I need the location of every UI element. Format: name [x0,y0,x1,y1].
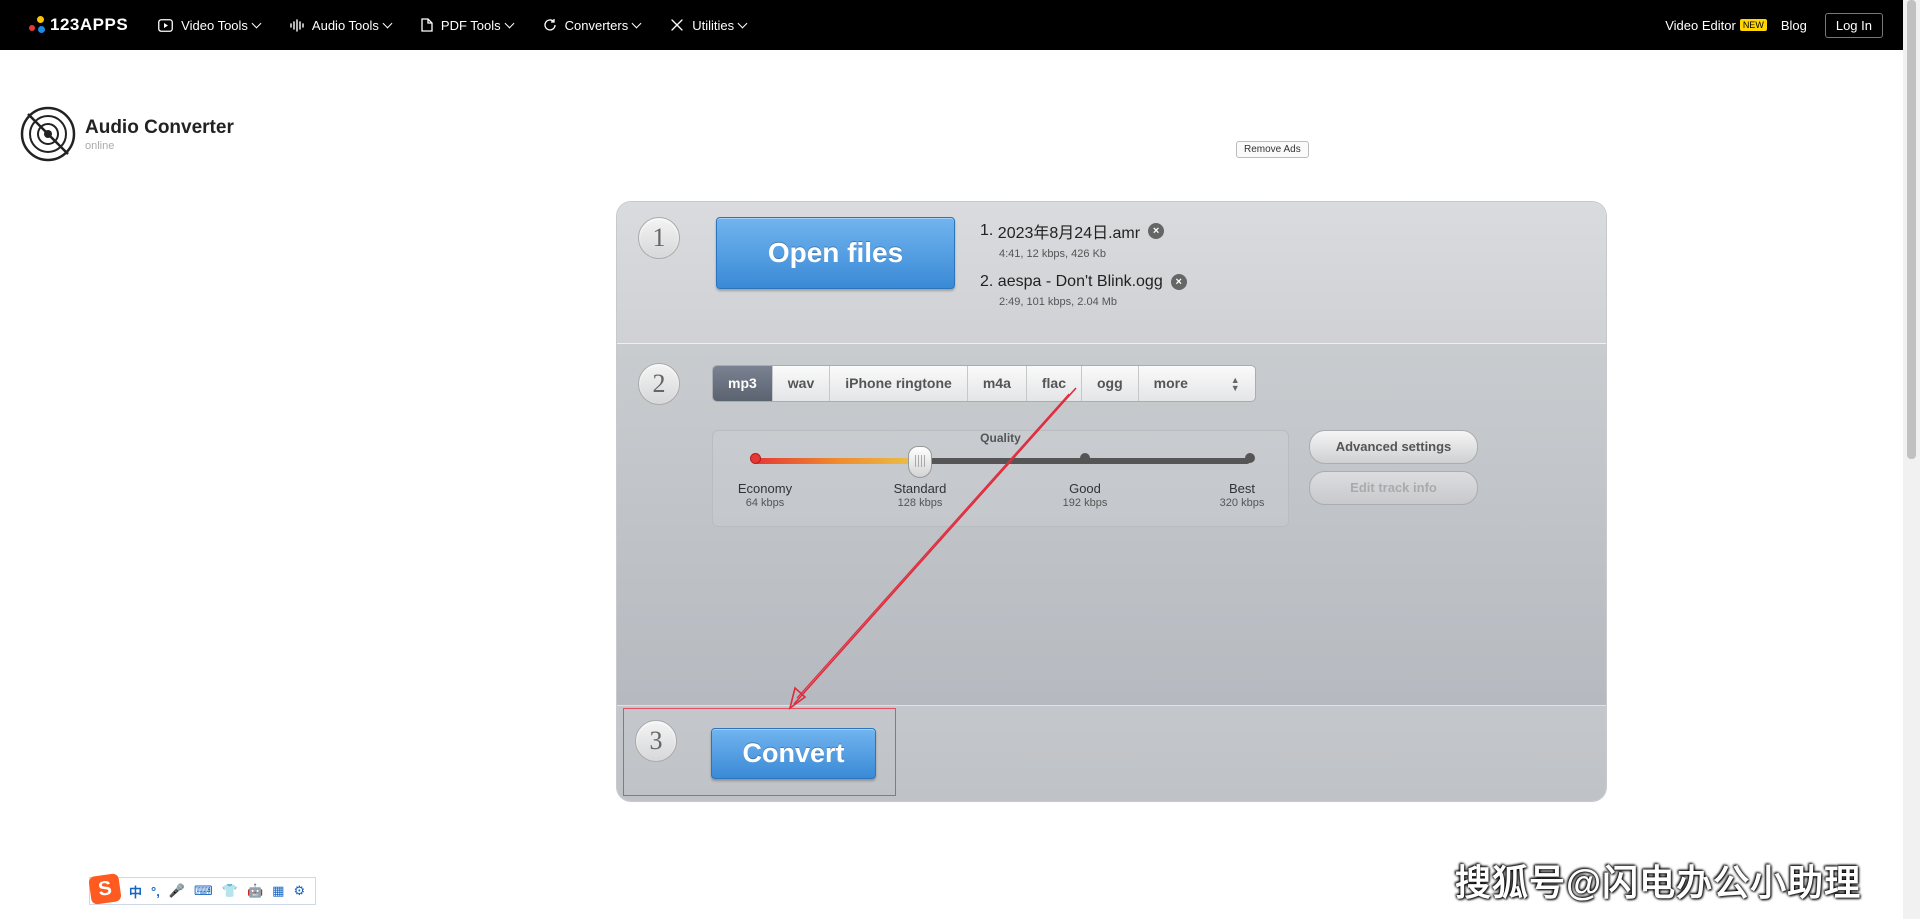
waveform-icon [290,18,304,32]
page-scrollbar[interactable] [1903,0,1920,919]
ime-logo-icon[interactable]: S [88,873,122,905]
ime-settings-icon[interactable]: ⚙ [293,883,305,899]
quality-option-name: Best [1228,481,1255,496]
nav-blog-link[interactable]: Blog [1781,18,1807,33]
new-badge: NEW [1739,19,1767,31]
quality-box: Quality Economy 64 kbps Standard 128 kbp… [712,430,1289,527]
login-button[interactable]: Log In [1824,12,1883,38]
quality-option: Standard 128 kbps [870,481,970,509]
quality-stop-good[interactable] [1080,453,1090,463]
format-tab-flac[interactable]: flac [1027,366,1082,401]
ime-microphone-icon[interactable]: 🎤 [169,883,185,899]
quality-stop-economy[interactable] [750,453,761,464]
nav-pdf-tools-label: PDF Tools [440,17,501,33]
ime-punctuation-icon[interactable]: °, [151,884,160,899]
top-navbar: 123APPS Video Tools Audio Tools PDF Tool… [0,0,1903,50]
quality-option-name: Standard [893,481,947,496]
tools-icon [671,19,683,31]
nav-converters[interactable]: Converters [543,17,642,33]
quality-label: Quality [980,431,1021,445]
quality-slider-thumb[interactable] [908,446,932,478]
page-title: Audio Converter [85,116,234,138]
quality-option: Economy 64 kbps [715,481,815,509]
chevron-down-icon [504,18,515,28]
quality-option: Best 320 kbps [1192,481,1292,509]
file-index: 2. [980,273,994,290]
nav-utilities-label: Utilities [692,17,735,33]
format-tab-wav[interactable]: wav [773,366,831,401]
step-1-section: 1 Open files 1. 2023年8月24日.amr × 4:41, 1… [617,202,1606,344]
convert-highlight-box [623,708,896,796]
quality-slider-fill [755,458,920,464]
quality-stop-best[interactable] [1245,453,1255,463]
quality-option-kbps: 192 kbps [1062,497,1108,509]
file-item: 2. aespa - Don't Blink.ogg × 2:49, 101 k… [980,273,1187,308]
document-icon [421,18,433,32]
logo-dots-icon [29,16,47,34]
nav-right-group: Video Editor NEW Blog Log In [1665,0,1883,50]
step-2-number: 2 [638,363,680,405]
open-files-button[interactable]: Open files [716,217,955,289]
step-2-section: 2 mp3 wav iPhone ringtone m4a flac ogg m… [617,344,1606,706]
quality-option-kbps: 128 kbps [897,497,943,509]
file-item: 1. 2023年8月24日.amr × 4:41, 12 kbps, 426 K… [980,219,1165,260]
scrollbar-thumb[interactable] [1907,0,1916,459]
ime-keyboard-icon[interactable]: ⌨ [194,883,213,899]
file-meta: 2:49, 101 kbps, 2.04 Mb [999,296,1118,308]
ime-skin-icon[interactable]: 👕 [222,883,238,899]
logo-text: 123APPS [50,15,129,34]
format-tab-mp3[interactable]: mp3 [713,366,773,401]
chevron-down-icon [737,18,748,28]
file-name: aespa - Don't Blink.ogg [997,273,1163,290]
ime-apps-icon[interactable]: ▦ [272,883,284,899]
step-1-number: 1 [638,217,680,259]
page-subtitle: online [85,139,115,152]
file-meta: 4:41, 12 kbps, 426 Kb [999,248,1107,260]
updown-arrows-icon: ▲ ▼ [1230,374,1240,393]
remove-ads-button[interactable]: Remove Ads [1236,141,1309,158]
format-tab-m4a[interactable]: m4a [968,366,1027,401]
format-more-label: more [1153,375,1188,391]
ime-toolbar: S 中 °, 🎤 ⌨ 👕 🤖 ▦ ⚙ [88,873,316,905]
nav-pdf-tools[interactable]: PDF Tools [421,17,515,33]
nav-video-tools-label: Video Tools [181,17,248,33]
nav-converters-label: Converters [564,17,629,33]
format-tab-ogg[interactable]: ogg [1082,366,1139,401]
audio-disc-icon [20,106,76,162]
ime-chinese-icon[interactable]: 中 [129,882,142,901]
remove-file-icon[interactable]: × [1170,274,1187,290]
chevron-down-icon [251,18,262,28]
remove-file-icon[interactable]: × [1148,223,1165,239]
quality-option: Good 192 kbps [1035,481,1135,509]
nav-utilities[interactable]: Utilities [670,17,748,33]
nav-audio-tools[interactable]: Audio Tools [290,17,393,33]
refresh-icon [544,19,556,31]
format-more-dropdown[interactable]: more ▲ ▼ [1139,366,1255,401]
nav-video-editor-link[interactable]: Video Editor [1665,18,1736,33]
quality-slider-track[interactable] [755,458,1250,464]
play-icon [158,18,174,32]
site-logo[interactable]: 123APPS [29,15,128,35]
quality-option-name: Economy [737,481,793,496]
nav-audio-tools-label: Audio Tools [311,17,379,33]
ime-robot-icon[interactable]: 🤖 [247,883,263,899]
chevron-down-icon [382,18,393,28]
quality-option-name: Good [1069,481,1101,496]
format-tabs: mp3 wav iPhone ringtone m4a flac ogg mor… [712,365,1256,402]
edit-track-info-button[interactable]: Edit track info [1309,471,1478,505]
quality-option-kbps: 64 kbps [745,497,785,509]
quality-option-kbps: 320 kbps [1219,497,1265,509]
app-header: Audio Converter online [20,106,234,162]
advanced-settings-button[interactable]: Advanced settings [1309,430,1478,464]
format-tab-iphone-ringtone[interactable]: iPhone ringtone [830,366,968,401]
chevron-down-icon [631,18,642,28]
nav-video-tools[interactable]: Video Tools [158,17,262,33]
watermark-text: 搜狐号@闪电办公小助理 [1455,862,1862,903]
file-name: 2023年8月24日.amr [997,225,1141,242]
file-index: 1. [980,222,994,239]
